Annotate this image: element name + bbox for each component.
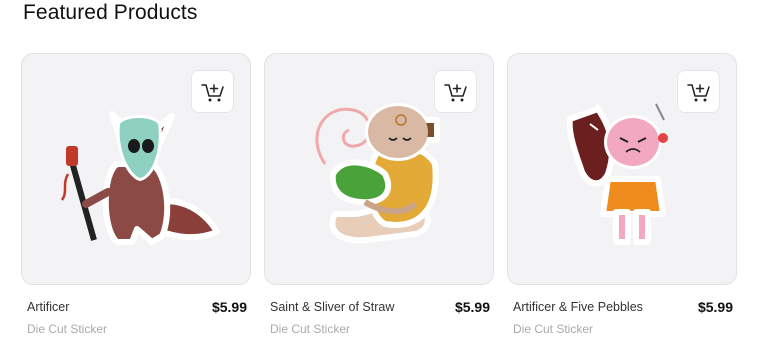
add-to-cart-icon [200, 83, 224, 101]
product-image[interactable] [21, 53, 251, 285]
product-image[interactable] [264, 53, 494, 285]
product-name[interactable]: Saint & Sliver of Straw [270, 300, 394, 314]
product-type: Die Cut Sticker [270, 322, 351, 336]
product-price: $5.99 [697, 299, 733, 315]
product-card[interactable]: Artificer & Five Pebbles $5.99 Die Cut S… [507, 53, 737, 336]
product-card[interactable]: Saint & Sliver of Straw $5.99 Die Cut St… [264, 53, 494, 336]
product-card[interactable]: Artificer $5.99 Die Cut Sticker [21, 53, 251, 336]
add-to-cart-button[interactable] [191, 70, 234, 113]
add-to-cart-icon [443, 83, 467, 101]
product-image[interactable] [507, 53, 737, 285]
add-to-cart-icon [686, 83, 710, 101]
product-price: $5.99 [454, 299, 490, 315]
product-price: $5.99 [211, 299, 247, 315]
product-type: Die Cut Sticker [27, 322, 108, 336]
product-name[interactable]: Artificer & Five Pebbles [513, 300, 643, 314]
product-type: Die Cut Sticker [513, 322, 594, 336]
add-to-cart-button[interactable] [677, 70, 720, 113]
add-to-cart-button[interactable] [434, 70, 477, 113]
product-name[interactable]: Artificer [27, 300, 69, 314]
section-title: Featured Products [23, 1, 198, 24]
